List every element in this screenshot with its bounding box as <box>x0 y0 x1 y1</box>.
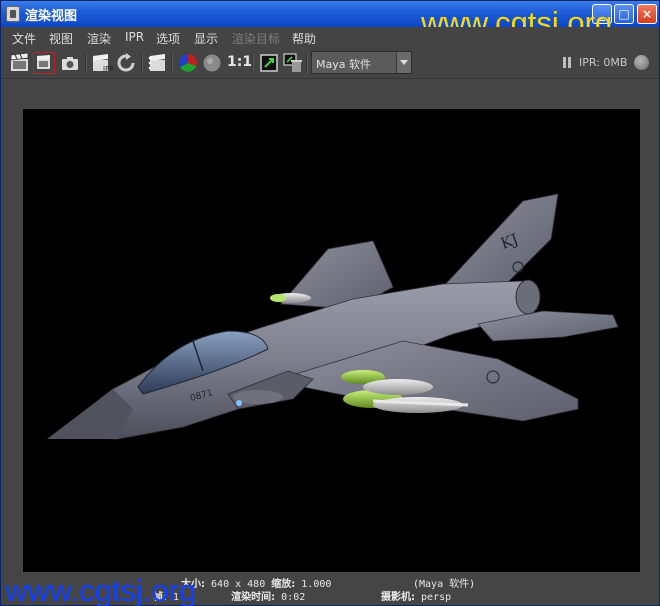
menu-options[interactable]: 选项 <box>156 30 180 47</box>
real-size-button[interactable]: 1:1 <box>227 54 252 70</box>
menu-bar: 文件 视图 渲染 IPR 选项 显示 渲染目标 帮助 <box>1 27 659 47</box>
menu-help[interactable]: 帮助 <box>292 30 316 47</box>
camera-label: 摄影机: <box>381 592 415 603</box>
wing-missile <box>363 379 433 395</box>
snapshot-icon[interactable] <box>59 52 81 74</box>
render-time-label: 渲染时间: <box>231 592 276 603</box>
engine-nozzle <box>515 279 541 315</box>
camera-value: persp <box>421 592 452 603</box>
maximize-button[interactable]: □ <box>614 4 634 24</box>
renderer-select[interactable]: Maya 软件 <box>311 51 412 74</box>
refresh-icon[interactable] <box>115 52 137 74</box>
jet-fighter-render: KJ 0871 <box>47 193 619 440</box>
alpha-channel-icon[interactable] <box>201 52 223 74</box>
pause-ipr-icon[interactable] <box>562 57 572 68</box>
watermark-bottom: www.cgtsj.org <box>5 573 197 606</box>
menu-file[interactable]: 文件 <box>12 30 36 47</box>
toolbar-separator <box>85 53 87 73</box>
remove-image-icon[interactable] <box>282 52 304 74</box>
svg-text:IPR: IPR <box>103 65 113 73</box>
nose-cone <box>47 389 133 439</box>
toolbar-separator <box>171 53 173 73</box>
ipr-memory-status: IPR: 0MB <box>579 56 628 69</box>
menu-display[interactable]: 显示 <box>194 30 218 47</box>
toolbar-separator <box>252 53 254 73</box>
render-settings-icon[interactable] <box>146 52 168 74</box>
menu-ipr[interactable]: IPR <box>125 30 144 44</box>
renderer-select-value: Maya 软件 <box>316 58 371 71</box>
rgb-channels-icon[interactable] <box>177 52 199 74</box>
camera-info: 摄影机: persp <box>381 588 451 603</box>
render-view-window: 渲染视图 _ □ × www.cgtsj.org 文件 视图 渲染 IPR 选项… <box>0 0 660 606</box>
zoom-value: 1.000 <box>301 579 332 590</box>
keep-image-icon[interactable] <box>258 52 280 74</box>
menu-render[interactable]: 渲染 <box>87 30 111 47</box>
ipr-status-indicator-icon <box>634 55 649 70</box>
rendered-image: KJ 0871 <box>23 109 640 572</box>
toolbar-separator <box>306 53 308 73</box>
redo-previous-render-icon[interactable] <box>9 52 31 74</box>
render-region-icon[interactable] <box>33 52 55 74</box>
window-title: 渲染视图 <box>25 9 78 24</box>
render-time-value: 0:02 <box>281 592 306 603</box>
toolbar-separator <box>141 53 143 73</box>
menu-view[interactable]: 视图 <box>49 30 73 47</box>
maya-app-icon <box>6 6 20 22</box>
menu-render-target[interactable]: 渲染目标 <box>232 30 280 47</box>
render-sequence-icon[interactable]: IPR <box>91 52 113 74</box>
close-button[interactable]: × <box>637 4 657 24</box>
chevron-down-icon[interactable] <box>396 52 411 73</box>
